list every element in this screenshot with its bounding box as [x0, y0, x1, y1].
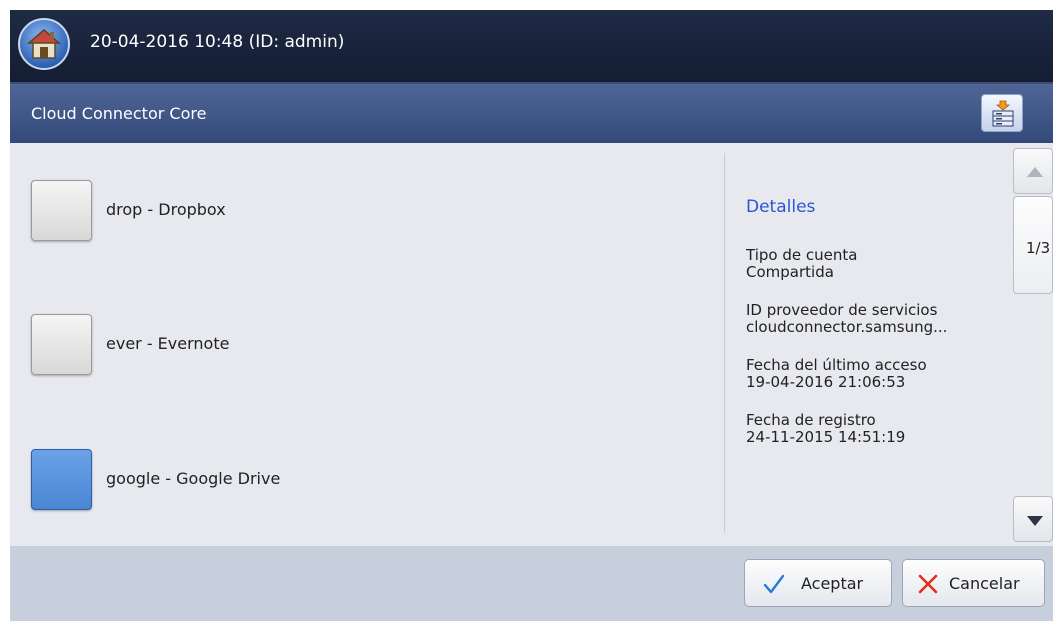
detail-value: cloudconnector.samsung... [746, 319, 948, 336]
detail-value: 24-11-2015 14:51:19 [746, 429, 906, 446]
server-export-icon [992, 100, 1014, 127]
detail-label: Fecha del último acceso [746, 357, 927, 374]
home-button[interactable] [18, 18, 70, 70]
detail-field: Fecha del último acceso 19-04-2016 21:06… [746, 357, 1006, 391]
status-bar: 20-04-2016 10:48 (ID: admin) [10, 10, 1053, 84]
detail-label: Fecha de registro [746, 412, 876, 429]
cancel-label: Cancelar [949, 574, 1020, 593]
accept-button[interactable]: Aceptar [744, 559, 892, 607]
server-export-button[interactable] [981, 94, 1023, 132]
scroll-down-icon [1027, 516, 1043, 526]
home-icon [26, 29, 62, 59]
detail-value: Compartida [746, 264, 834, 281]
page-indicator: 1/3 [1013, 196, 1053, 294]
item-checkbox[interactable] [31, 180, 92, 241]
item-label: drop - Dropbox [106, 200, 226, 219]
divider [724, 153, 725, 533]
detail-field: Tipo de cuenta Compartida [746, 247, 1006, 281]
detail-label: ID proveedor de servicios [746, 302, 938, 319]
scroll-down-button[interactable] [1013, 496, 1053, 542]
list-item[interactable]: drop - Dropbox [10, 180, 710, 250]
item-label: google - Google Drive [106, 469, 281, 488]
detail-label: Tipo de cuenta [746, 247, 858, 264]
scroll-up-button[interactable] [1013, 148, 1053, 194]
details-panel: Detalles Tipo de cuenta Compartida ID pr… [746, 197, 1006, 467]
list-item[interactable]: ever - Evernote [10, 314, 710, 384]
cancel-button[interactable]: Cancelar [902, 559, 1045, 607]
item-checkbox[interactable] [31, 449, 92, 510]
detail-field: Fecha de registro 24-11-2015 14:51:19 [746, 412, 1006, 446]
item-label: ever - Evernote [106, 334, 230, 353]
content-area: drop - Dropbox ever - Evernote google - … [10, 143, 1053, 546]
scroll-up-icon [1027, 167, 1043, 177]
accept-label: Aceptar [801, 574, 864, 593]
details-title: Detalles [746, 197, 816, 217]
x-icon [918, 574, 938, 594]
page-title: Cloud Connector Core [31, 104, 207, 123]
scrollbar: 1/3 [1013, 148, 1053, 542]
item-checkbox[interactable] [31, 314, 92, 375]
title-bar: Cloud Connector Core [10, 84, 1053, 143]
datetime-user-text: 20-04-2016 10:48 (ID: admin) [90, 32, 345, 52]
screen: 20-04-2016 10:48 (ID: admin) Cloud Conne… [10, 10, 1053, 621]
detail-value: 19-04-2016 21:06:53 [746, 374, 906, 391]
list-item[interactable]: google - Google Drive [10, 449, 710, 519]
bottom-bar: Aceptar Cancelar [10, 546, 1053, 621]
check-icon [763, 574, 785, 594]
detail-field: ID proveedor de servicios cloudconnector… [746, 302, 1006, 336]
page-number: 1/3 [1026, 239, 1051, 257]
